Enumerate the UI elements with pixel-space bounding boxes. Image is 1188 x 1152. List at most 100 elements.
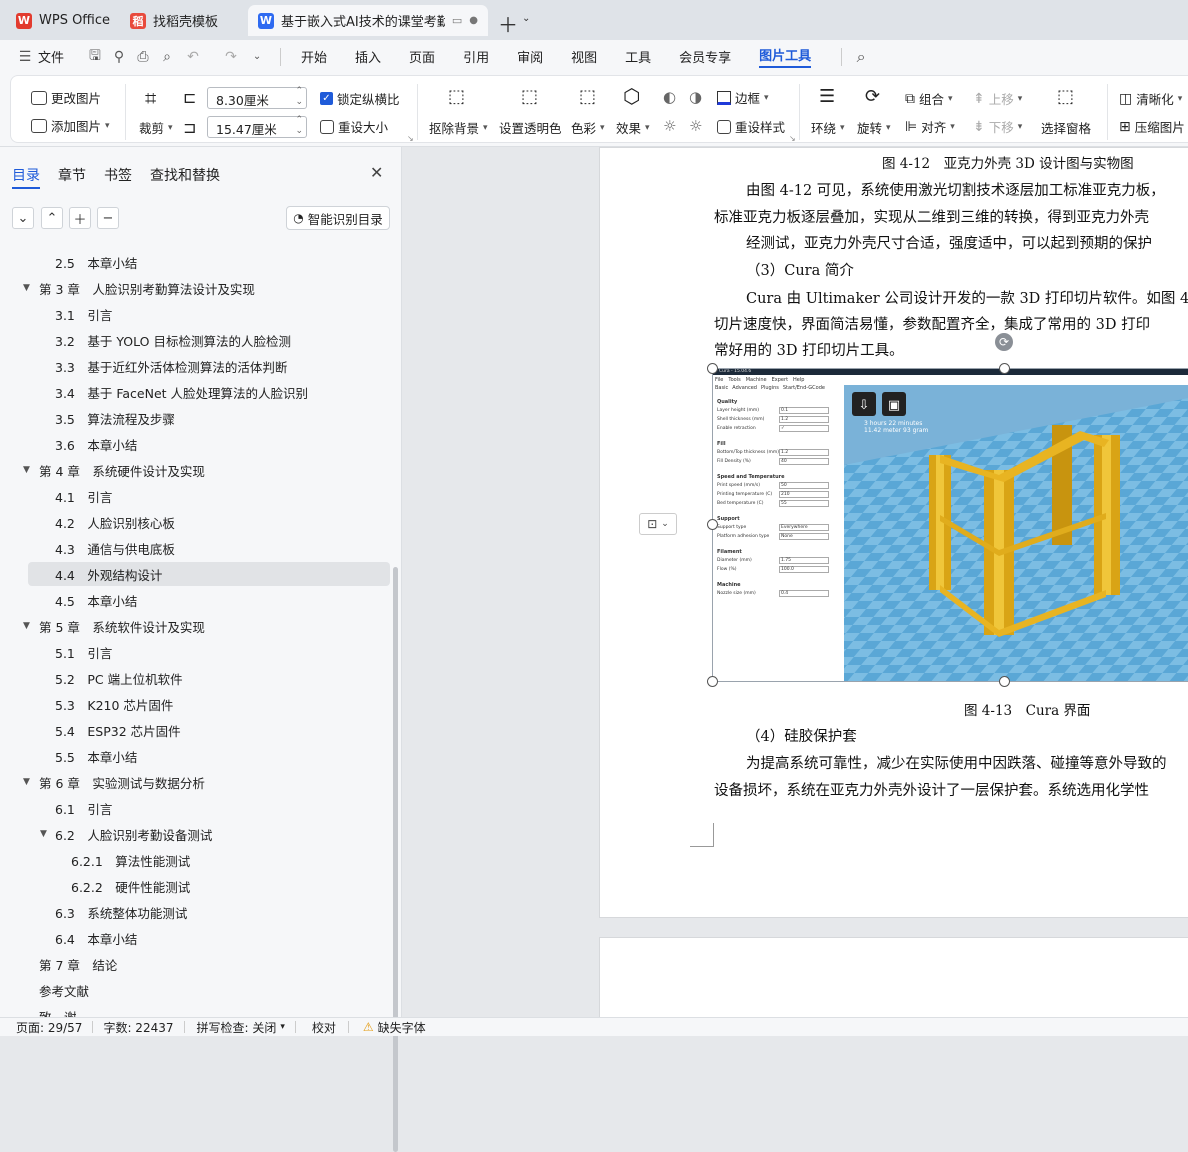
expand-triangle-icon[interactable]: ▼ bbox=[23, 465, 30, 475]
toc-item[interactable]: 5.1 引言 bbox=[28, 640, 390, 664]
nav-scrollbar[interactable] bbox=[393, 567, 398, 1152]
tab-docer[interactable]: 稻 找稻壳模板 bbox=[120, 5, 244, 36]
nav-tab-bookmarks[interactable]: 书签 bbox=[104, 165, 132, 185]
expand-triangle-icon[interactable]: ▼ bbox=[23, 621, 30, 631]
width-input[interactable]: 8.30厘米 bbox=[207, 86, 307, 109]
contrast-icon[interactable]: ◑ bbox=[689, 88, 702, 106]
collapse-all-button[interactable]: ⌄ bbox=[12, 207, 34, 229]
compress-button[interactable]: ⊞ 压缩图片 bbox=[1119, 117, 1185, 136]
spell-check[interactable]: 拼写检查: 关闭 bbox=[197, 1019, 277, 1036]
resize-handle-s[interactable] bbox=[999, 676, 1010, 687]
smart-toc-button[interactable]: ◔ 智能识别目录 bbox=[286, 206, 390, 230]
move-up-button[interactable]: ⇞ 上移 ▾ bbox=[973, 89, 1022, 108]
word-count[interactable]: 字数: 22437 bbox=[103, 1019, 173, 1036]
print-preview-icon[interactable]: ⌕ bbox=[158, 48, 176, 66]
unsaved-dot-icon[interactable]: ● bbox=[469, 15, 478, 26]
wrap-button[interactable]: 环绕 ▾ bbox=[811, 118, 845, 137]
remove-bg-button[interactable]: 抠除背景 ▾ bbox=[429, 118, 488, 137]
toc-item[interactable]: ▼ 第 6 章 实验测试与数据分析 bbox=[23, 770, 390, 794]
menu-insert[interactable]: 插入 bbox=[355, 47, 381, 66]
toc-item[interactable]: 5.3 K210 芯片固件 bbox=[28, 692, 390, 716]
height-input[interactable]: 15.47厘米 bbox=[207, 115, 307, 138]
share-icon[interactable]: ⚲ bbox=[110, 48, 128, 66]
toc-item[interactable]: ▼ 第 4 章 系统硬件设计及实现 bbox=[23, 458, 390, 482]
menu-view[interactable]: 视图 bbox=[571, 47, 597, 66]
chevron-down-icon[interactable]: ▾ bbox=[280, 1022, 285, 1032]
rotate-button[interactable]: 旋转 ▾ bbox=[857, 118, 891, 137]
proofread-button[interactable]: 校对 bbox=[312, 1019, 336, 1036]
sun-low-icon[interactable]: ☼ bbox=[689, 117, 702, 135]
nav-tab-find-replace[interactable]: 查找和替换 bbox=[150, 165, 220, 185]
toc-item[interactable]: 4.5 本章小结 bbox=[28, 588, 390, 612]
menu-tools[interactable]: 工具 bbox=[625, 47, 651, 66]
chevron-down-icon[interactable]: ⌄ bbox=[522, 13, 530, 24]
toc-item[interactable]: 3.1 引言 bbox=[28, 302, 390, 326]
brightness-icon[interactable]: ◐ bbox=[663, 88, 676, 106]
reset-style-button[interactable]: 重设样式 bbox=[717, 117, 785, 136]
tab-wps-office[interactable]: W WPS Office bbox=[6, 5, 114, 36]
search-icon[interactable]: ⌕ bbox=[852, 47, 870, 66]
toc-item[interactable]: 3.6 本章小结 bbox=[28, 432, 390, 456]
align-button[interactable]: ⊫ 对齐 ▾ bbox=[905, 117, 955, 136]
rotate-handle-icon[interactable]: ⟳ bbox=[995, 333, 1013, 351]
file-menu[interactable]: 文件 bbox=[38, 47, 64, 66]
toc-item[interactable]: ▼ 第 5 章 系统软件设计及实现 bbox=[23, 614, 390, 638]
group-button[interactable]: ⧉ 组合 ▾ bbox=[905, 89, 953, 108]
toc-item[interactable]: 6.2.1 算法性能测试 bbox=[28, 848, 390, 872]
redo-icon[interactable]: ↷ bbox=[222, 48, 240, 66]
select-pane-button[interactable]: 选择窗格 bbox=[1041, 118, 1091, 137]
color-button[interactable]: 色彩 ▾ bbox=[571, 118, 605, 137]
nav-tab-chapters[interactable]: 章节 bbox=[58, 165, 86, 185]
menu-picture-tools[interactable]: 图片工具 bbox=[759, 45, 812, 68]
missing-font-button[interactable]: 缺失字体 bbox=[378, 1019, 426, 1036]
tab-document[interactable]: W 基于嵌入式AI技术的课堂考勤系 ▭ ● bbox=[248, 5, 488, 36]
expand-triangle-icon[interactable]: ▼ bbox=[40, 829, 47, 839]
toc-item[interactable]: 4.2 人脸识别核心板 bbox=[28, 510, 390, 534]
toc-item[interactable]: 3.3 基于近红外活体检测算法的活体判断 bbox=[28, 354, 390, 378]
toc-item[interactable]: 5.4 ESP32 芯片固件 bbox=[28, 718, 390, 742]
resize-handle-sw[interactable] bbox=[707, 676, 718, 687]
toc-item[interactable]: 4.3 通信与供电底板 bbox=[28, 536, 390, 560]
toc-item[interactable]: ▼ 第 3 章 人脸识别考勤算法设计及实现 bbox=[23, 276, 390, 300]
page-count[interactable]: 页面: 29/57 bbox=[16, 1019, 82, 1036]
remove-toc-button[interactable]: − bbox=[97, 207, 119, 229]
menu-start[interactable]: 开始 bbox=[301, 47, 327, 66]
menu-reference[interactable]: 引用 bbox=[463, 47, 489, 66]
print-icon[interactable]: ⎙ bbox=[134, 48, 152, 66]
toc-item[interactable]: 6.4 本章小结 bbox=[28, 926, 390, 950]
toc-item[interactable]: 3.4 基于 FaceNet 人脸处理算法的人脸识别 bbox=[28, 380, 390, 404]
more-chevron-icon[interactable]: ⌄ bbox=[248, 48, 266, 66]
save-icon[interactable]: 🖫 bbox=[86, 48, 104, 66]
sun-icon[interactable]: ☼ bbox=[663, 117, 676, 135]
toc-item[interactable]: 3.2 基于 YOLO 目标检测算法的人脸检测 bbox=[28, 328, 390, 352]
add-image-button[interactable]: 添加图片 ▾ bbox=[31, 116, 110, 135]
crop-icon[interactable]: ⌗ bbox=[145, 86, 156, 110]
lock-ratio-checkbox[interactable]: ✓ 锁定纵横比 bbox=[320, 89, 400, 108]
new-tab-icon[interactable]: ＋ bbox=[498, 9, 518, 38]
resize-handle-nw[interactable] bbox=[707, 363, 718, 374]
menu-review[interactable]: 审阅 bbox=[517, 47, 543, 66]
resize-handle-n[interactable] bbox=[999, 363, 1010, 374]
effect-button[interactable]: 效果 ▾ bbox=[616, 118, 650, 137]
toc-item[interactable]: 6.2.2 硬件性能测试 bbox=[28, 874, 390, 898]
toc-item[interactable]: 2.5 本章小结 bbox=[28, 250, 390, 274]
resize-handle-w[interactable] bbox=[707, 519, 718, 530]
add-toc-button[interactable]: ＋ bbox=[69, 207, 91, 229]
sharpen-button[interactable]: ◫ 清晰化 ▾ bbox=[1119, 89, 1182, 108]
toc-item[interactable]: 4.1 引言 bbox=[28, 484, 390, 508]
crop-button[interactable]: 裁剪 ▾ bbox=[139, 118, 173, 137]
set-transparent-button[interactable]: 设置透明色 bbox=[499, 118, 562, 137]
undo-icon[interactable]: ↶ bbox=[184, 48, 202, 66]
border-button[interactable]: 边框 ▾ bbox=[717, 88, 769, 107]
toc-item[interactable]: 6.3 系统整体功能测试 bbox=[28, 900, 390, 924]
cura-screenshot-image[interactable]: Cura - 15.04.6 File Tools Machine Expert Hel… bbox=[712, 368, 1188, 682]
style-dialog-launcher-icon[interactable]: ↘ bbox=[789, 134, 796, 143]
expand-triangle-icon[interactable]: ▼ bbox=[23, 777, 30, 787]
expand-triangle-icon[interactable]: ▼ bbox=[23, 283, 30, 293]
expand-up-button[interactable]: ⌃ bbox=[41, 207, 63, 229]
toc-item[interactable]: 3.5 算法流程及步骤 bbox=[28, 406, 390, 430]
toc-item[interactable]: 第 7 章 结论 bbox=[28, 952, 390, 976]
hamburger-icon[interactable]: ☰ bbox=[16, 48, 34, 66]
toc-item[interactable]: 5.5 本章小结 bbox=[28, 744, 390, 768]
toc-item[interactable]: 6.1 引言 bbox=[28, 796, 390, 820]
